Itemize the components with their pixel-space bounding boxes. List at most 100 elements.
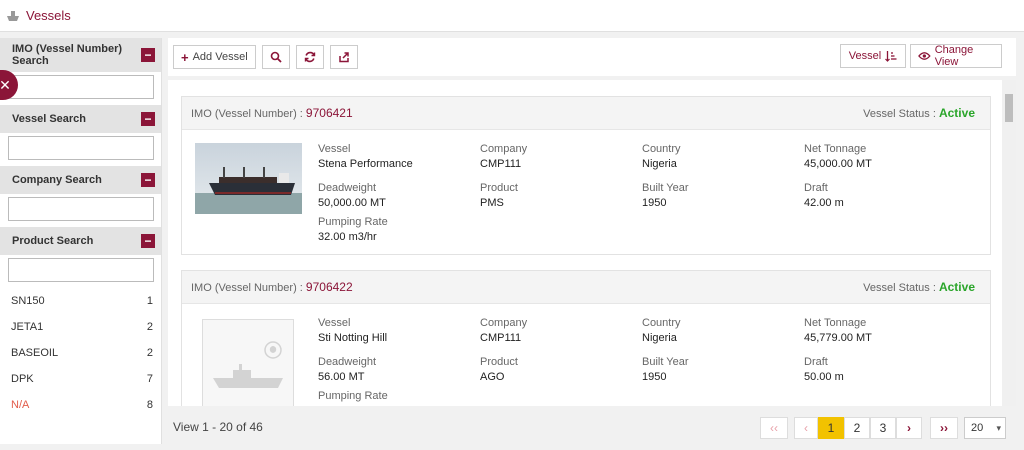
vessel-card-header: IMO (Vessel Number) : 9706421 Vessel Sta… bbox=[182, 97, 990, 130]
product-search-title: Product Search bbox=[12, 235, 94, 247]
sort-vessel-button[interactable]: Vessel bbox=[840, 44, 906, 68]
search-button[interactable] bbox=[261, 45, 290, 69]
collapse-imo-search-button[interactable]: − bbox=[141, 48, 155, 62]
main-panel: + Add Vessel Vessel Change View IMO (Ves… bbox=[168, 38, 1016, 444]
product-facet-na[interactable]: N/A 8 bbox=[0, 392, 161, 418]
refresh-icon bbox=[304, 51, 315, 63]
vessel-card[interactable]: IMO (Vessel Number) : 9706422 Vessel Sta… bbox=[181, 270, 991, 406]
add-vessel-button[interactable]: + Add Vessel bbox=[173, 45, 256, 69]
field-value: Stena Performance bbox=[318, 158, 413, 170]
field-label: Company bbox=[480, 143, 528, 155]
change-view-button[interactable]: Change View bbox=[910, 44, 1002, 68]
product-search-input[interactable] bbox=[8, 258, 154, 282]
status-label: Vessel Status : bbox=[863, 108, 936, 120]
sort-vessel-label: Vessel bbox=[848, 50, 882, 62]
change-view-label: Change View bbox=[934, 44, 974, 68]
company-search-input[interactable] bbox=[8, 197, 154, 221]
collapse-product-search-button[interactable]: − bbox=[141, 234, 155, 248]
field-label: Built Year bbox=[642, 356, 689, 368]
next-page-button[interactable]: › bbox=[896, 417, 922, 439]
toolbar: + Add Vessel Vessel Change View bbox=[168, 38, 1016, 76]
status-line: Vessel Status : Active bbox=[863, 106, 975, 120]
deadweight-field: Deadweight 56.00 MT bbox=[318, 356, 376, 383]
deadweight-field: Deadweight 50,000.00 MT bbox=[318, 182, 386, 209]
first-page-button[interactable]: ‹‹ bbox=[760, 417, 788, 439]
imo-search-input[interactable] bbox=[8, 75, 154, 99]
product-facet-baseoil[interactable]: BASEOIL 2 bbox=[0, 340, 161, 366]
add-vessel-label: Add Vessel bbox=[192, 51, 248, 63]
field-label: Company bbox=[480, 317, 528, 329]
field-label: Draft bbox=[804, 182, 828, 194]
vessel-list: IMO (Vessel Number) : 9706421 Vessel Sta… bbox=[168, 80, 1016, 406]
facet-label: DPK bbox=[11, 373, 34, 385]
vessel-icon bbox=[7, 10, 19, 21]
field-value: 45,000.00 MT bbox=[804, 158, 872, 170]
page-size-value: 20 bbox=[971, 422, 984, 434]
imo-search-title: IMO (Vessel Number) Search bbox=[12, 43, 123, 67]
status-label: Vessel Status : bbox=[863, 282, 936, 294]
export-button[interactable] bbox=[329, 45, 358, 69]
field-value: PMS bbox=[480, 197, 504, 209]
filter-sidebar: IMO (Vessel Number) Search − Vessel Sear… bbox=[0, 38, 162, 444]
draft-field: Draft 42.00 m bbox=[804, 182, 844, 209]
field-value: 56.00 MT bbox=[318, 371, 365, 383]
imo-number[interactable]: 9706421 bbox=[306, 106, 353, 120]
vessel-card[interactable]: IMO (Vessel Number) : 9706421 Vessel Sta… bbox=[181, 96, 991, 255]
field-value: 45,779.00 MT bbox=[804, 332, 872, 344]
field-value: Nigeria bbox=[642, 158, 677, 170]
field-value: 32.00 m3/hr bbox=[318, 231, 377, 243]
page-size-select[interactable]: 20 ▾ bbox=[964, 417, 1006, 439]
imo-label: IMO (Vessel Number) : bbox=[191, 282, 303, 294]
country-field: Country Nigeria bbox=[642, 317, 681, 344]
product-field: Product AGO bbox=[480, 356, 518, 383]
status-badge: Active bbox=[938, 106, 975, 120]
vessel-photo-placeholder bbox=[202, 319, 294, 406]
prev-page-button[interactable]: ‹ bbox=[794, 417, 818, 439]
imo-label: IMO (Vessel Number) : bbox=[191, 108, 303, 120]
export-icon bbox=[338, 52, 349, 63]
field-value: Sti Notting Hill bbox=[318, 332, 388, 344]
vessel-field: Vessel Stena Performance bbox=[318, 143, 413, 170]
refresh-button[interactable] bbox=[295, 45, 324, 69]
scrollbar-thumb[interactable] bbox=[1005, 94, 1013, 122]
facet-count: 2 bbox=[146, 347, 153, 359]
field-value: CMP111 bbox=[480, 158, 522, 170]
view-range-text: View 1 - 20 of 46 bbox=[173, 420, 263, 434]
plus-icon: + bbox=[181, 49, 189, 65]
vessel-search-input[interactable] bbox=[8, 136, 154, 160]
product-facet-sn150[interactable]: SN150 1 bbox=[0, 288, 161, 314]
field-label: Country bbox=[642, 317, 681, 329]
page-3-button[interactable]: 3 bbox=[870, 417, 896, 439]
vessel-field: Vessel Sti Notting Hill bbox=[318, 317, 387, 344]
eye-icon bbox=[918, 52, 931, 60]
search-icon bbox=[270, 51, 282, 63]
facet-label: JETA1 bbox=[11, 321, 44, 333]
company-search-header[interactable]: Company Search − bbox=[0, 166, 161, 194]
field-label: Draft bbox=[804, 356, 828, 368]
last-page-button[interactable]: ›› bbox=[930, 417, 958, 439]
draft-field: Draft 50.00 m bbox=[804, 356, 844, 383]
page-1-button[interactable]: 1 bbox=[818, 417, 844, 439]
pagination-bar: View 1 - 20 of 46 ‹‹ ‹ 1 2 3 › ›› 20 ▾ bbox=[168, 410, 1016, 444]
company-field: Company CMP111 bbox=[480, 317, 527, 344]
imo-number[interactable]: 9706422 bbox=[306, 280, 353, 294]
product-facet-dpk[interactable]: DPK 7 bbox=[0, 366, 161, 392]
field-label: Deadweight bbox=[318, 182, 377, 194]
product-search-header[interactable]: Product Search − bbox=[0, 227, 161, 255]
vessel-card-body: Vessel Stena Performance Company CMP111 Co… bbox=[182, 130, 990, 254]
list-scrollbar[interactable] bbox=[1002, 80, 1016, 406]
product-facet-jeta1[interactable]: JETA1 2 bbox=[0, 314, 161, 340]
built-year-field: Built Year 1950 bbox=[642, 356, 688, 383]
field-value: 1950 bbox=[642, 197, 667, 209]
vessel-search-title: Vessel Search bbox=[12, 113, 87, 125]
top-bar: Vessels bbox=[0, 0, 1024, 32]
imo-search-header[interactable]: IMO (Vessel Number) Search − bbox=[0, 38, 161, 72]
vessel-search-header[interactable]: Vessel Search − bbox=[0, 105, 161, 133]
field-value: 42.00 m bbox=[804, 197, 844, 209]
facet-count: 2 bbox=[146, 321, 153, 333]
net-tonnage-field: Net Tonnage 45,000.00 MT bbox=[804, 143, 872, 170]
pumping-rate-field: Pumping Rate 32.00 m3/hr bbox=[318, 216, 388, 243]
collapse-company-search-button[interactable]: − bbox=[141, 173, 155, 187]
page-2-button[interactable]: 2 bbox=[844, 417, 870, 439]
collapse-vessel-search-button[interactable]: − bbox=[141, 112, 155, 126]
